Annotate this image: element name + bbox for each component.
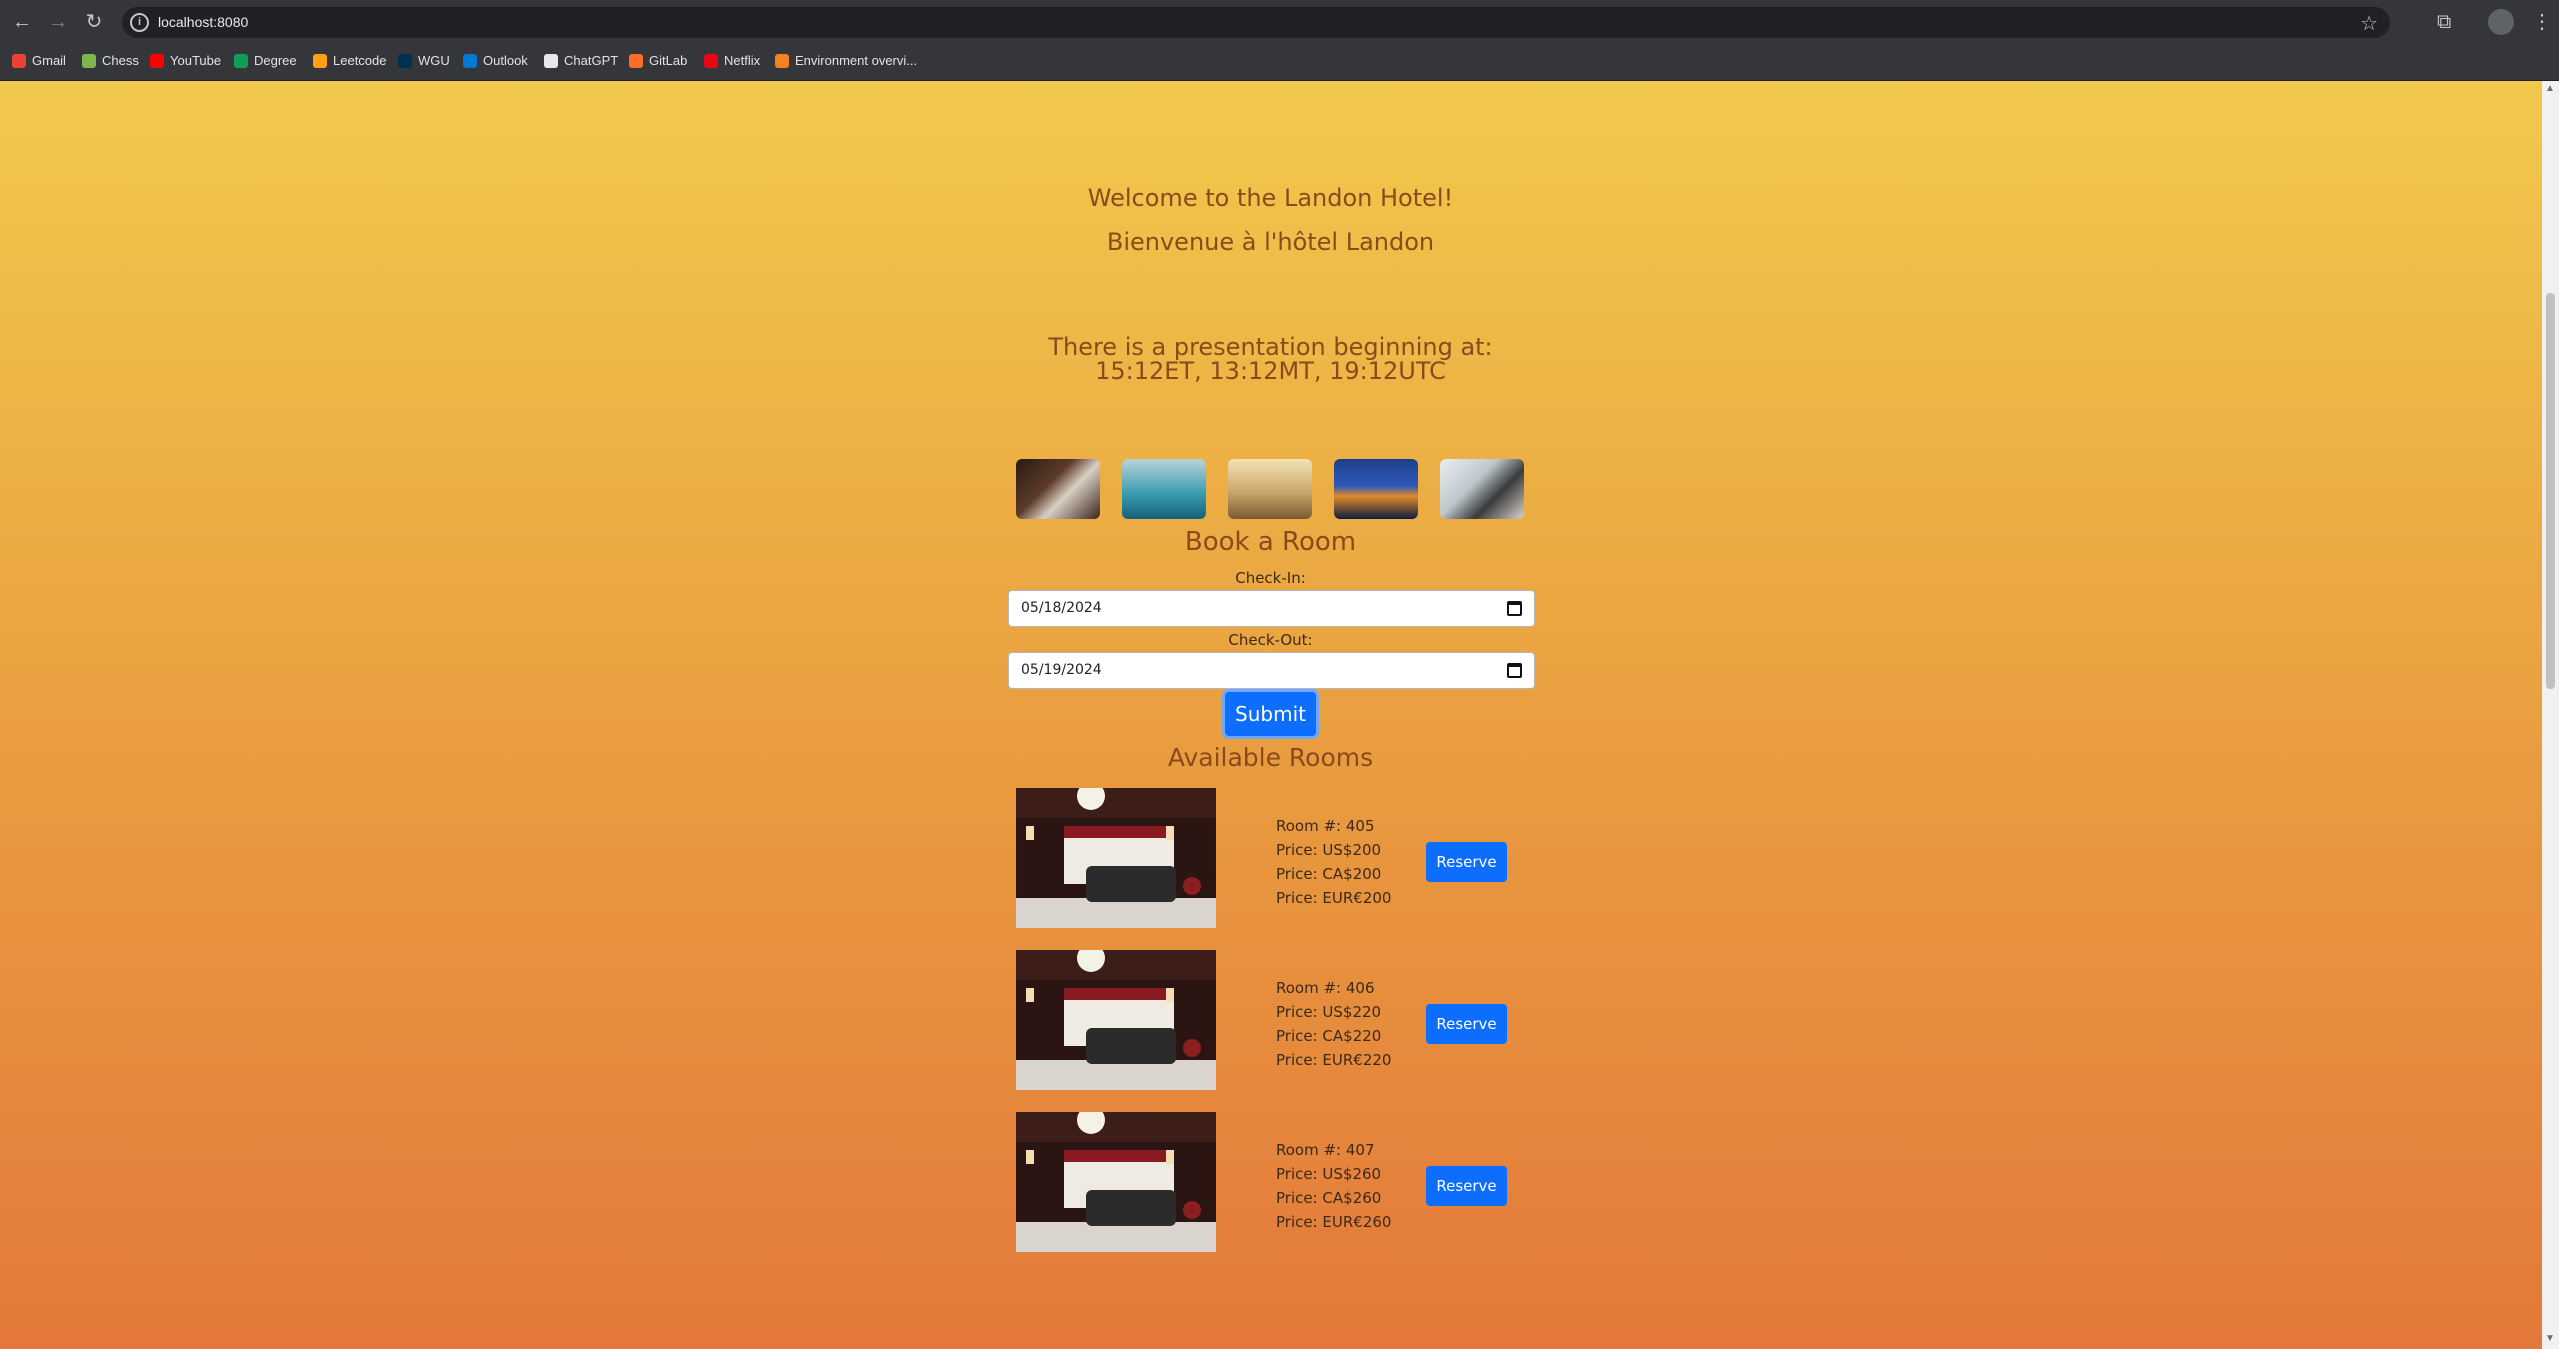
room-card: Room #: 406 Price: US$220 Price: CA$220 … [1016,950,1526,1090]
calendar-icon[interactable] [1507,601,1522,616]
wgu-icon [398,53,412,68]
address-bar[interactable]: i localhost:8080 ☆ [122,7,2390,38]
room-price-eur: Price: EUR€220 [1276,1051,1392,1069]
room-price-cad: Price: CA$220 [1276,1027,1382,1045]
address-url[interactable]: localhost:8080 [158,14,248,30]
photo-gallery [1016,459,1526,519]
reload-icon[interactable]: ↻ [80,8,108,36]
gmail-icon [12,53,26,68]
chatgpt-icon [544,53,558,68]
room-price-usd: Price: US$220 [1276,1003,1382,1021]
back-arrow-icon[interactable]: ← [8,8,36,36]
extensions-icon[interactable]: ⧉ [2437,9,2451,35]
leetcode-icon [313,53,327,68]
room-number: Room #: 405 [1276,817,1375,835]
room-number: Room #: 406 [1276,979,1375,997]
site-info-icon[interactable]: i [130,13,149,32]
gitlab-icon [629,53,643,68]
welcome-heading-fr: Bienvenue à l'hôtel Landon [1106,228,1435,256]
checkin-label: Check-In: [1235,569,1306,587]
checkin-date-value: 05/18/2024 [1021,600,1102,616]
page-scrollbar[interactable]: ▲ ▼ [2542,81,2559,1349]
checkout-date-value: 05/19/2024 [1021,662,1102,678]
room-price-cad: Price: CA$260 [1276,1189,1382,1207]
profile-avatar[interactable] [2488,9,2514,35]
room-card: Room #: 405 Price: US$200 Price: CA$200 … [1016,788,1526,928]
presentation-times: There is a presentation beginning at: 15… [1048,333,1493,385]
room-price-eur: Price: EUR€200 [1276,889,1392,907]
room-photo-image [1016,788,1216,928]
reserve-button[interactable]: Reserve [1426,1166,1507,1206]
checkout-date-input[interactable]: 05/19/2024 [1008,652,1535,689]
room-price-usd: Price: US$260 [1276,1165,1382,1183]
room-photo-image [1016,950,1216,1090]
room-price-usd: Price: US$200 [1276,841,1382,859]
outlook-icon [463,53,477,68]
bookmark-environment[interactable]: Environment overvi... [775,53,917,68]
chess-icon [82,53,96,68]
bookmark-chess[interactable]: Chess [82,53,139,68]
bookmark-star-icon[interactable]: ☆ [2360,11,2378,36]
room-card: Room #: 407 Price: US$260 Price: CA$260 … [1016,1112,1526,1252]
bookmark-netflix[interactable]: Netflix [704,53,760,68]
environment-icon [775,53,789,68]
room-details: Room #: 406 Price: US$220 Price: CA$220 … [1276,976,1391,1072]
bookmark-wgu[interactable]: WGU [398,53,450,68]
bookmark-gmail[interactable]: Gmail [12,53,66,68]
checkin-date-input[interactable]: 05/18/2024 [1008,590,1535,627]
room-price-cad: Price: CA$200 [1276,865,1382,883]
bookmark-youtube[interactable]: YouTube [150,53,221,68]
book-room-heading: Book a Room [1184,527,1357,557]
room-details: Room #: 407 Price: US$260 Price: CA$260 … [1276,1138,1391,1234]
bookmark-gitlab[interactable]: GitLab [629,53,687,68]
room-number: Room #: 407 [1276,1141,1375,1159]
gallery-photo-london [1334,459,1418,519]
room-photo [1016,788,1216,928]
gallery-photo-couple [1440,459,1524,519]
forward-arrow-icon[interactable]: → [44,8,72,36]
bookmark-outlook[interactable]: Outlook [463,53,528,68]
available-rooms-heading: Available Rooms [1167,743,1374,772]
browser-toolbar: ← → ↻ i localhost:8080 ☆ ⧉ ⋮ [0,0,2559,44]
welcome-heading-en: Welcome to the Landon Hotel! [1087,184,1454,212]
page-viewport: Welcome to the Landon Hotel! Bienvenue à… [0,81,2542,1349]
menu-kebab-icon[interactable]: ⋮ [2532,9,2552,35]
youtube-icon [150,53,164,68]
room-price-eur: Price: EUR€260 [1276,1213,1392,1231]
netflix-icon [704,53,718,68]
bookmark-leetcode[interactable]: Leetcode [313,53,387,68]
scrollbar-thumb[interactable] [2546,293,2555,689]
bookmark-chatgpt[interactable]: ChatGPT [544,53,618,68]
bookmark-degree[interactable]: Degree [234,53,297,68]
room-details: Room #: 405 Price: US$200 Price: CA$200 … [1276,814,1391,910]
room-photo [1016,1112,1216,1252]
calendar-icon[interactable] [1507,663,1522,678]
reserve-button[interactable]: Reserve [1426,842,1507,882]
scroll-down-arrow-icon[interactable]: ▼ [2545,1333,2555,1344]
scroll-up-arrow-icon[interactable]: ▲ [2545,83,2555,94]
gallery-photo-dining [1228,459,1312,519]
gallery-photo-pool [1122,459,1206,519]
degree-icon [234,53,248,68]
room-photo [1016,950,1216,1090]
bookmarks-bar: Gmail Chess YouTube Degree Leetcode WGU … [0,44,2559,81]
checkout-label: Check-Out: [1228,631,1313,649]
room-photo-image [1016,1112,1216,1252]
submit-button[interactable]: Submit [1222,689,1319,739]
gallery-photo-bedroom [1016,459,1100,519]
reserve-button[interactable]: Reserve [1426,1004,1507,1044]
